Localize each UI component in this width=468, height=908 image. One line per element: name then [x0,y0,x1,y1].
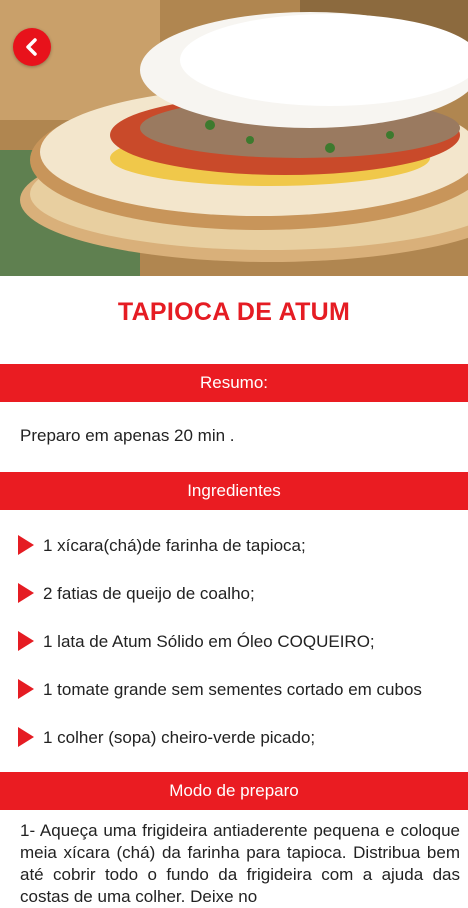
chevron-left-icon [26,38,37,56]
triangle-right-icon [18,583,34,603]
ingredient-label: 2 fatias de queijo de coalho; [43,584,255,603]
ingredient-label: 1 xícara(chá)de farinha de tapioca; [43,536,306,555]
tapioca-photo [0,0,468,276]
section-header-ingredientes: Ingredientes [0,472,468,510]
section-header-modo-de-preparo: Modo de preparo [0,772,468,810]
section-header-resumo: Resumo: [0,364,468,402]
section-header-modo-label: Modo de preparo [169,781,299,800]
section-header-ingredientes-label: Ingredientes [187,481,281,500]
ingredient-item: 2 fatias de queijo de coalho; [0,570,468,618]
back-button[interactable] [13,28,51,66]
triangle-right-icon [18,727,34,747]
triangle-right-icon [18,679,34,699]
modo-de-preparo-text: 1- Aqueça uma frigideira antiaderente pe… [20,821,460,906]
ingredient-item: 1 tomate grande sem sementes cortado em … [0,666,468,714]
triangle-right-icon [18,535,34,555]
recipe-title: TAPIOCA DE ATUM [117,298,351,326]
ingredient-item: 1 lata de Atum Sólido em Óleo COQUEIRO; [0,618,468,666]
ingredient-item: 1 xícara(chá)de farinha de tapioca; [0,522,468,570]
ingredient-list: 1 xícara(chá)de farinha de tapioca; 2 fa… [0,522,468,762]
ingredient-item: 1 colher (sopa) cheiro-verde picado; [0,714,468,762]
ingredient-label: 1 colher (sopa) cheiro-verde picado; [43,728,316,747]
ingredient-label: 1 tomate grande sem sementes cortado em … [43,680,422,699]
resumo-text: Preparo em apenas 20 min . [20,426,235,445]
ingredient-label: 1 lata de Atum Sólido em Óleo COQUEIRO; [43,632,375,651]
recipe-hero-image [0,0,468,276]
section-header-resumo-label: Resumo: [199,373,269,392]
triangle-right-icon [18,631,34,651]
